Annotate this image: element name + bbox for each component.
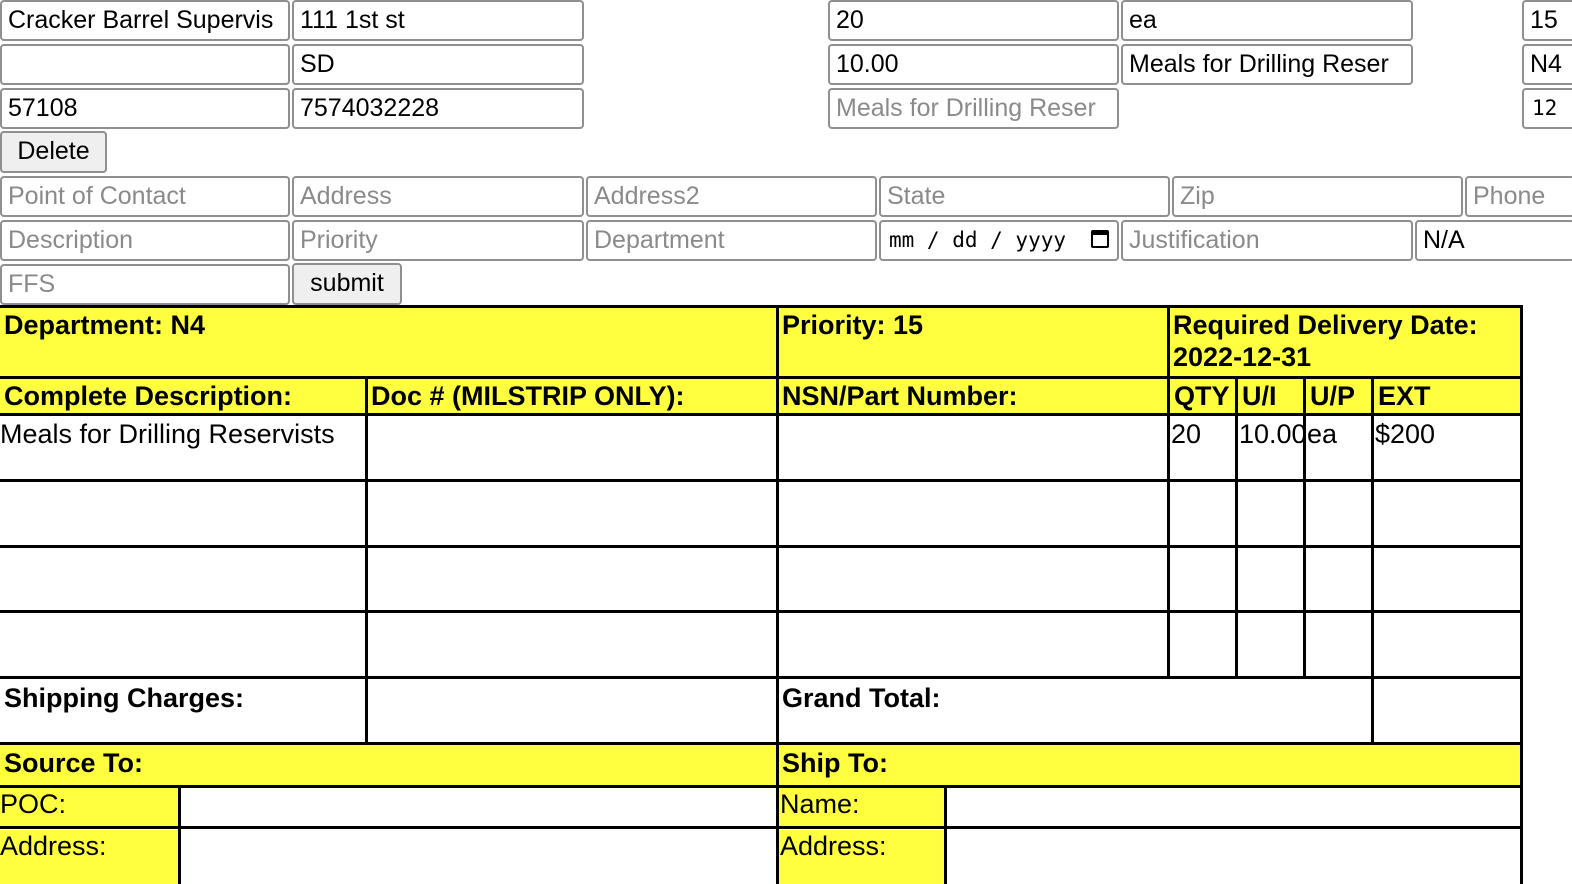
date-value[interactable]: 12 — [1522, 88, 1572, 129]
quantity-value[interactable]: 20 — [828, 0, 1119, 41]
divider — [0, 610, 1522, 613]
divider — [0, 305, 1522, 308]
priority-header: Priority: 15 — [778, 307, 1169, 377]
shipping-charges-label: Shipping Charges: — [4, 683, 245, 713]
divider — [0, 376, 1522, 379]
department-input[interactable]: Department — [586, 220, 877, 261]
date-placeholder: mm / dd / yyyy — [889, 228, 1067, 252]
divider — [1371, 376, 1374, 744]
source-address-label: Address: — [0, 830, 180, 884]
zip-value[interactable]: 57108 — [0, 88, 290, 129]
address2-input[interactable]: Address2 — [586, 176, 877, 217]
up-column-header: U/P — [1305, 378, 1373, 415]
item-ext: $200 — [1375, 419, 1436, 449]
poc-label: POC: — [0, 788, 180, 828]
divider — [365, 376, 368, 744]
name-label: Name: — [778, 788, 946, 828]
ship-address-label: Address: — [778, 830, 946, 884]
phone-value[interactable]: 7574032228 — [292, 88, 584, 129]
divider — [0, 413, 1522, 416]
na-input[interactable]: N/A — [1415, 220, 1572, 261]
description-column-header: Complete Description: — [0, 378, 367, 415]
address-input[interactable]: Address — [292, 176, 584, 217]
divider — [0, 742, 1522, 745]
divider — [1303, 376, 1306, 678]
ffs-input[interactable]: FFS — [0, 264, 290, 305]
address2-value[interactable] — [0, 44, 290, 85]
unit-price-value[interactable]: 10.00 — [828, 44, 1119, 85]
qty-column-header: QTY — [1169, 378, 1237, 415]
ui-column-header: U/I — [1237, 378, 1305, 415]
calendar-icon[interactable] — [1091, 230, 1109, 248]
description-input[interactable]: Description — [0, 220, 290, 261]
delete-button[interactable]: Delete — [0, 131, 107, 173]
doc-column-header: Doc # (MILSTRIP ONLY): — [367, 378, 778, 415]
phone-input[interactable]: Phone — [1465, 176, 1572, 217]
ship-to-header: Ship To: — [778, 745, 1522, 785]
divider — [1167, 305, 1170, 678]
justification-value[interactable]: Meals for Drilling Reser — [828, 88, 1119, 129]
submit-button[interactable]: submit — [292, 263, 402, 305]
address-value[interactable]: 111 1st st — [292, 0, 584, 41]
priority-input[interactable]: Priority — [292, 220, 584, 261]
zip-input[interactable]: Zip — [1172, 176, 1463, 217]
source-to-header: Source To: — [0, 745, 778, 785]
state-value[interactable]: SD — [292, 44, 584, 85]
divider — [944, 785, 947, 884]
divider — [0, 479, 1522, 482]
item-qty: 20 — [1171, 419, 1202, 449]
nsn-column-header: NSN/Part Number: — [778, 378, 1169, 415]
divider — [1520, 305, 1523, 884]
justification-input[interactable]: Justification — [1121, 220, 1413, 261]
divider — [0, 545, 1522, 548]
point-of-contact-input[interactable]: Point of Contact — [0, 176, 290, 217]
divider — [178, 785, 181, 884]
divider — [776, 305, 779, 884]
ext-column-header: EXT — [1373, 378, 1522, 415]
description-value[interactable]: Meals for Drilling Reser — [1121, 44, 1413, 85]
divider — [1235, 376, 1238, 678]
item-description: Meals for Drilling Reservists — [0, 419, 335, 449]
divider — [0, 676, 1522, 679]
priority-value[interactable]: 15 — [1522, 0, 1572, 41]
state-input[interactable]: State — [879, 176, 1170, 217]
unit-value[interactable]: ea — [1121, 0, 1413, 41]
divider — [0, 785, 1522, 788]
department-value[interactable]: N4 — [1522, 44, 1572, 85]
department-header: Department: N4 — [0, 307, 778, 377]
item-up: ea — [1307, 419, 1338, 449]
point-of-contact-value[interactable]: Cracker Barrel Supervis — [0, 0, 290, 41]
divider — [0, 826, 1522, 829]
grand-total-label: Grand Total: — [782, 683, 941, 713]
delivery-date-header: Required Delivery Date: 2022-12-31 — [1169, 307, 1522, 377]
item-ui: 10.00 — [1239, 419, 1305, 449]
date-input[interactable]: mm / dd / yyyy — [879, 220, 1119, 261]
